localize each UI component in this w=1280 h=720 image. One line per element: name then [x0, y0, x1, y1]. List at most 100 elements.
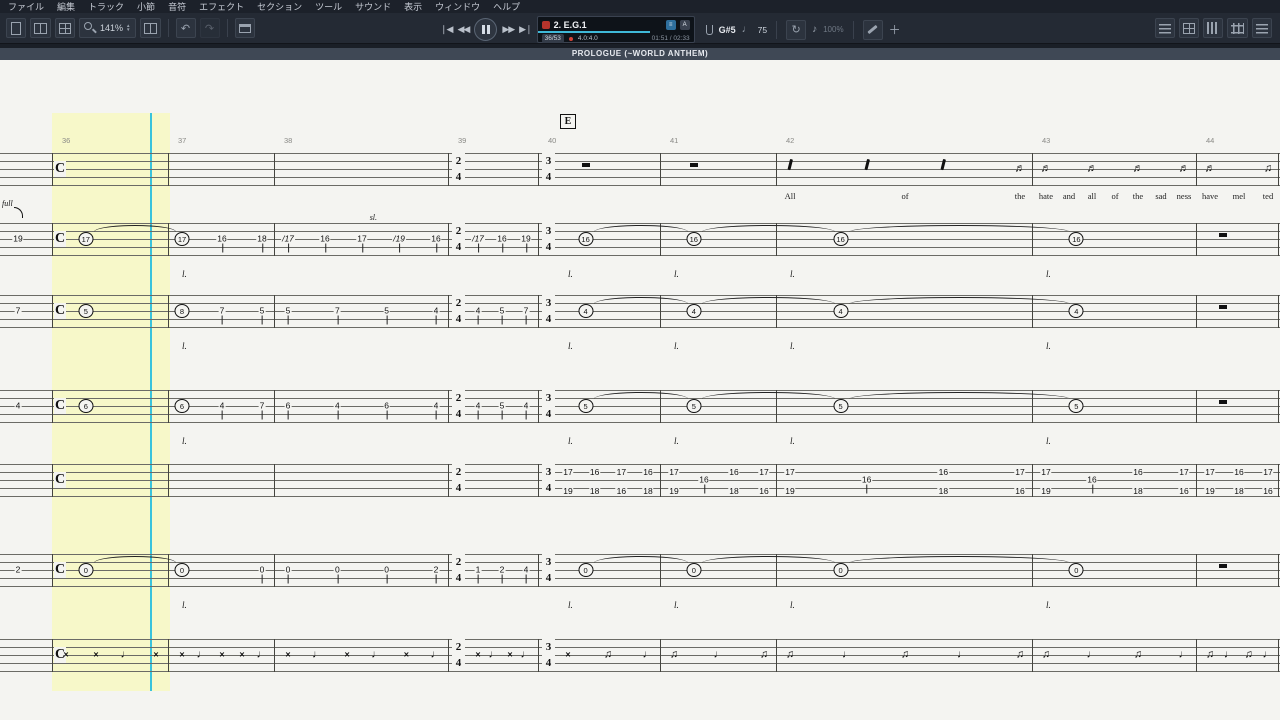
- tab-note-pair[interactable]: 17 19: [562, 467, 574, 496]
- half-rest[interactable]: [1218, 305, 1227, 309]
- tab-note[interactable]: 17: [1204, 467, 1216, 477]
- tab-note[interactable]: 17: [784, 467, 796, 477]
- tab-note-pair[interactable]: 17 19: [1204, 467, 1216, 496]
- tab-note[interactable]: 18: [256, 233, 268, 253]
- track-list-icon[interactable]: ≡: [665, 19, 676, 30]
- margin-tab-note[interactable]: 19: [12, 233, 24, 245]
- tab-note[interactable]: 16: [1178, 486, 1190, 496]
- drum-x-note[interactable]: ×: [92, 650, 99, 661]
- menu-item[interactable]: 音符: [168, 0, 186, 13]
- tab-note[interactable]: 16: [615, 486, 628, 496]
- tab-note[interactable]: 4: [474, 305, 482, 325]
- note[interactable]: ♩: [1086, 649, 1099, 661]
- beamed-notes[interactable]: ♫: [900, 649, 910, 661]
- beamed-notes[interactable]: ♬: [1204, 163, 1217, 175]
- note[interactable]: ♩: [1262, 649, 1275, 661]
- tab-note[interactable]: 16: [728, 467, 740, 477]
- note[interactable]: ♩: [1178, 649, 1191, 661]
- beamed-notes[interactable]: ♫: [785, 649, 795, 661]
- drum-x-note[interactable]: ×: [403, 650, 410, 661]
- tab-note[interactable]: 16: [758, 486, 770, 496]
- tab-note-circled[interactable]: 0: [686, 563, 702, 577]
- tab-note[interactable]: 18: [937, 486, 950, 496]
- note[interactable]: ♩: [430, 649, 443, 661]
- drum-x-note[interactable]: ×: [284, 650, 291, 661]
- loop-button[interactable]: ↻: [786, 19, 807, 40]
- tab-note[interactable]: 17: [1178, 467, 1190, 477]
- beamed-notes[interactable]: ♫: [669, 649, 679, 661]
- note[interactable]: ♩: [488, 649, 501, 661]
- chords-panel-button[interactable]: [1155, 18, 1175, 38]
- edit-mode-button[interactable]: [862, 19, 883, 40]
- tab-note[interactable]: 4: [432, 400, 440, 420]
- tab-note[interactable]: 16: [937, 467, 950, 477]
- parchment-view-button[interactable]: [30, 18, 51, 38]
- menu-item[interactable]: ツール: [315, 0, 342, 13]
- beamed-notes[interactable]: ♫: [1244, 649, 1254, 661]
- pause-button[interactable]: [474, 18, 498, 41]
- beamed-notes[interactable]: ♫: [1041, 649, 1051, 661]
- drum-x-note[interactable]: ×: [218, 650, 225, 661]
- tab-note-circled[interactable]: 16: [833, 232, 849, 246]
- tab-note[interactable]: 16: [1014, 486, 1026, 496]
- tab-note[interactable]: 7: [333, 305, 341, 325]
- tab-note[interactable]: 17: [1262, 467, 1274, 477]
- note[interactable]: ♩: [1223, 649, 1236, 661]
- tab-note-pair[interactable]: 17 16: [1178, 467, 1190, 496]
- tab-note-pair[interactable]: 17 19: [784, 467, 796, 496]
- beamed-notes[interactable]: ♬: [1040, 163, 1053, 175]
- tab-note[interactable]: 4: [218, 400, 226, 420]
- half-rest[interactable]: [581, 163, 590, 167]
- tab-note-circled[interactable]: 4: [686, 304, 702, 318]
- tab-note[interactable]: 18: [728, 486, 740, 496]
- drum-x-note[interactable]: ×: [152, 650, 159, 661]
- tab-note[interactable]: 16: [1262, 486, 1274, 496]
- menu-item[interactable]: サウンド: [355, 0, 391, 13]
- tab-note[interactable]: 18: [588, 486, 601, 496]
- tab-note[interactable]: 16: [1233, 467, 1245, 477]
- tab-note-circled[interactable]: 5: [78, 304, 94, 318]
- beamed-notes[interactable]: ♫: [1205, 649, 1215, 661]
- tab-note[interactable]: 4: [522, 400, 530, 420]
- fast-forward-button[interactable]: ▶▶: [502, 18, 515, 42]
- tab-note[interactable]: 17: [758, 467, 770, 477]
- tab-note-pair[interactable]: 17 16: [1014, 467, 1026, 496]
- tab-note-slide[interactable]: /17: [471, 233, 485, 253]
- note[interactable]: ♩: [713, 649, 726, 661]
- menu-item[interactable]: ファイル: [8, 0, 44, 13]
- tab-note[interactable]: 16: [496, 233, 508, 253]
- drum-x-note[interactable]: ×: [178, 650, 185, 661]
- tab-note[interactable]: 17: [356, 233, 368, 253]
- tab-note[interactable]: 6: [284, 400, 292, 420]
- tab-note[interactable]: 16: [1132, 467, 1144, 477]
- print-button[interactable]: [234, 18, 255, 38]
- tab-note[interactable]: 0: [383, 564, 391, 584]
- tab-note-pair[interactable]: 16 18: [728, 467, 740, 496]
- go-to-end-button[interactable]: ▶❘: [519, 18, 533, 42]
- tab-note[interactable]: 4: [522, 564, 530, 584]
- tab-note-pair[interactable]: 16 18: [588, 467, 601, 496]
- tab-note[interactable]: 19: [668, 486, 680, 496]
- tab-note[interactable]: 18: [1132, 486, 1144, 496]
- tab-note[interactable]: 19: [1204, 486, 1216, 496]
- margin-tab-note[interactable]: 4: [14, 400, 22, 412]
- beamed-notes[interactable]: ♬: [1178, 163, 1191, 175]
- tab-note-circled[interactable]: 16: [1068, 232, 1084, 246]
- menu-item[interactable]: エフェクト: [199, 0, 244, 13]
- menu-item[interactable]: ヘルプ: [493, 0, 520, 13]
- tab-note-circled[interactable]: 0: [1068, 563, 1084, 577]
- page-view-button[interactable]: [6, 18, 26, 38]
- note[interactable]: ♩: [256, 649, 269, 661]
- note[interactable]: ♩: [120, 649, 133, 661]
- track-auto-icon[interactable]: A: [679, 19, 690, 30]
- tab-note-pair[interactable]: 16 18: [1233, 467, 1245, 496]
- drum-x-note[interactable]: ×: [474, 650, 481, 661]
- tab-note[interactable]: 0: [284, 564, 292, 584]
- tab-note-circled[interactable]: 16: [578, 232, 594, 246]
- note[interactable]: ♩: [311, 649, 324, 661]
- beamed-notes[interactable]: ♫: [603, 649, 613, 661]
- fretboard-panel-button[interactable]: [1179, 18, 1199, 38]
- beamed-notes[interactable]: ♬: [1132, 163, 1145, 175]
- tab-note-circled[interactable]: 17: [174, 232, 190, 246]
- tab-note-circled[interactable]: 6: [78, 399, 94, 413]
